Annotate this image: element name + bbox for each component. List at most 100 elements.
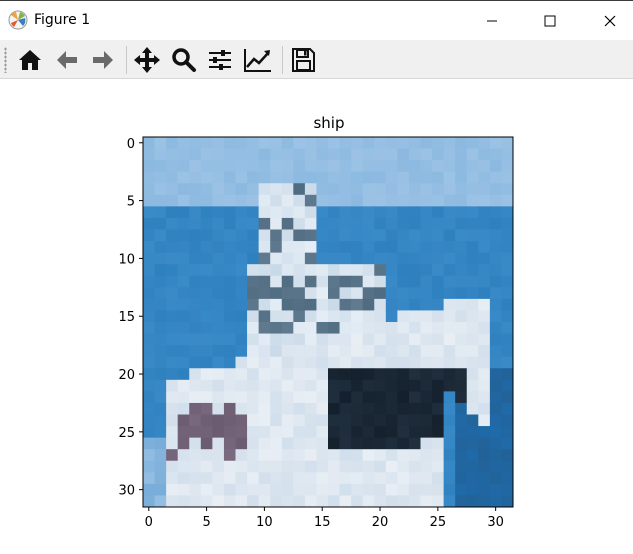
image-pixel (293, 217, 306, 230)
image-pixel (374, 426, 387, 439)
image-pixel (478, 449, 491, 462)
image-pixel (362, 137, 375, 149)
image-pixel (397, 217, 410, 230)
image-pixel (189, 160, 202, 173)
image-pixel (328, 333, 340, 346)
image-pixel (408, 137, 421, 149)
image-pixel (154, 206, 167, 219)
image-pixel (200, 310, 213, 323)
image-pixel (212, 356, 225, 369)
image-pixel (316, 472, 329, 485)
image-pixel (478, 264, 491, 277)
x-tick-label: 25 (430, 515, 447, 530)
forward-button[interactable] (87, 44, 119, 76)
image-pixel (258, 229, 271, 242)
image-pixel (501, 437, 514, 450)
image-pixel (455, 171, 468, 184)
image-pixel (443, 287, 456, 300)
image-pixel (212, 368, 225, 381)
image-pixel (247, 460, 260, 473)
image-pixel (200, 148, 213, 161)
image-pixel (420, 194, 433, 207)
image-pixel (304, 148, 317, 161)
pan-button[interactable] (131, 44, 163, 76)
image-pixel (258, 426, 271, 439)
image-pixel (293, 437, 306, 450)
image-pixel (362, 356, 375, 369)
image-pixel (200, 460, 213, 473)
image-pixel (408, 183, 421, 196)
image-pixel (397, 356, 410, 369)
edit-axes-button[interactable] (242, 44, 274, 76)
image-pixel (478, 414, 491, 427)
image-pixel (270, 137, 283, 149)
image-pixel (432, 322, 445, 334)
image-pixel (466, 183, 479, 196)
image-pixel (385, 194, 398, 207)
save-button[interactable] (287, 44, 319, 76)
subplots-button[interactable] (204, 44, 236, 76)
image-pixel (339, 287, 352, 300)
image-pixel (247, 160, 260, 173)
image-pixel (235, 252, 248, 265)
image-pixel (200, 379, 213, 392)
image-pixel (489, 402, 502, 415)
x-tick-label: 30 (487, 515, 504, 530)
maximize-button[interactable] (527, 1, 573, 40)
image-pixel (374, 275, 387, 288)
image-pixel (351, 137, 364, 149)
image-pixel (270, 298, 283, 311)
image-pixel (200, 368, 213, 381)
image-pixel (235, 472, 248, 485)
image-pixel (258, 472, 271, 485)
image-pixel (432, 287, 445, 300)
image-pixel (443, 483, 456, 496)
image-pixel (154, 241, 167, 254)
image-pixel (223, 495, 236, 508)
zoom-button[interactable] (168, 44, 200, 76)
image-pixel (466, 241, 479, 254)
image-pixel (362, 252, 375, 265)
image-pixel (351, 402, 364, 415)
image-pixel (501, 379, 514, 392)
image-pixel (374, 206, 387, 219)
magnifier-icon (172, 48, 196, 72)
image-pixel (212, 345, 225, 358)
image-pixel (374, 483, 387, 496)
image-pixel (408, 483, 421, 496)
image-pixel (432, 437, 445, 450)
image-pixel (189, 322, 202, 334)
image-pixel (328, 322, 340, 334)
image-pixel (143, 137, 155, 149)
toolbar-grip[interactable] (4, 47, 7, 73)
arrow-right-icon (93, 51, 113, 69)
image-pixel (339, 368, 352, 381)
minimize-button[interactable] (469, 1, 515, 40)
image-pixel (212, 252, 225, 265)
image-pixel (189, 379, 202, 392)
image-pixel (362, 460, 375, 473)
image-pixel (223, 368, 236, 381)
image-pixel (432, 252, 445, 265)
image-pixel (166, 426, 179, 439)
back-button[interactable] (51, 44, 83, 76)
image-pixel (385, 310, 398, 323)
image-pixel (466, 264, 479, 277)
image-pixel (478, 402, 491, 415)
close-button[interactable] (587, 1, 633, 40)
image-pixel (247, 217, 260, 230)
image-pixel (339, 148, 352, 161)
image-pixel (189, 217, 202, 230)
image-pixel (397, 194, 410, 207)
image-pixel (501, 298, 514, 311)
image-pixel (270, 287, 283, 300)
image-pixel (501, 322, 514, 334)
image-pixel (328, 137, 340, 149)
image-pixel (385, 472, 398, 485)
image-pixel (270, 148, 283, 161)
home-button[interactable] (14, 44, 46, 76)
image-pixel (455, 472, 468, 485)
image-pixel (143, 333, 155, 346)
image-pixel (420, 322, 433, 334)
image-pixel (223, 137, 236, 149)
